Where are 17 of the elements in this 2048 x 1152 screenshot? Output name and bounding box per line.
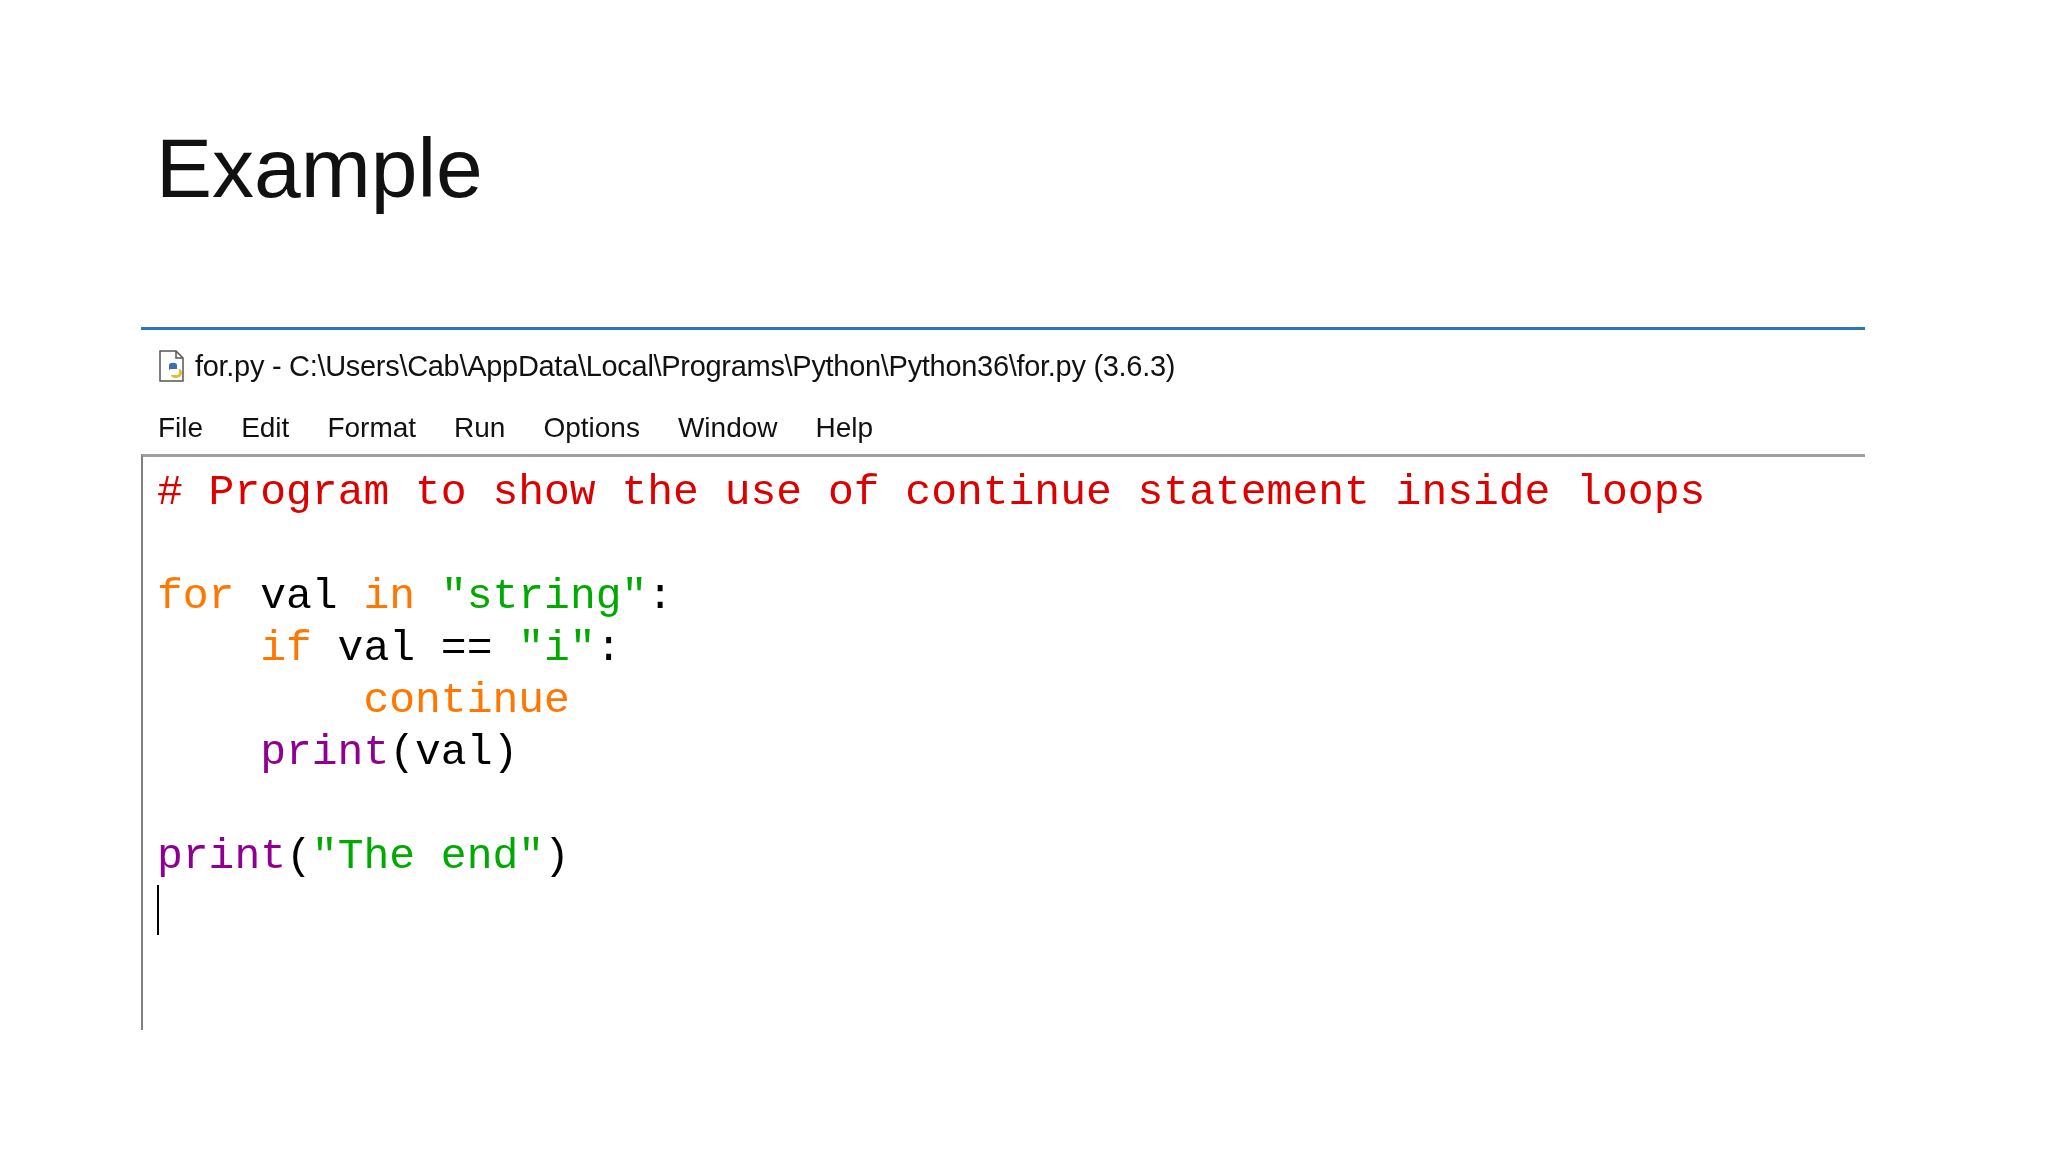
code-line: if val == "i":	[260, 624, 622, 673]
window-title: for.py - C:\Users\Cab\AppData\Local\Programs\Python\Python36\for.py (3.6.3)	[195, 349, 1176, 383]
code-line: print(val)	[260, 728, 519, 777]
code-line: for val in "string":	[157, 572, 674, 621]
code-line: continue	[363, 676, 570, 725]
menu-item[interactable]: Run	[454, 412, 506, 444]
menu-item[interactable]: File	[158, 412, 204, 444]
code-line: # Program to show the use of continue statement inside loops	[157, 468, 1706, 517]
slide-title: Example	[156, 120, 484, 217]
menu-item[interactable]: Edit	[241, 412, 290, 444]
text-cursor	[157, 885, 159, 935]
menu-item[interactable]: Format	[327, 412, 417, 444]
menu-item[interactable]: Window	[677, 412, 778, 444]
menu-item[interactable]: Help	[815, 412, 874, 444]
menu-item[interactable]: Options	[543, 412, 640, 444]
code-line: print("The end")	[157, 832, 570, 881]
file-icon	[157, 349, 187, 383]
